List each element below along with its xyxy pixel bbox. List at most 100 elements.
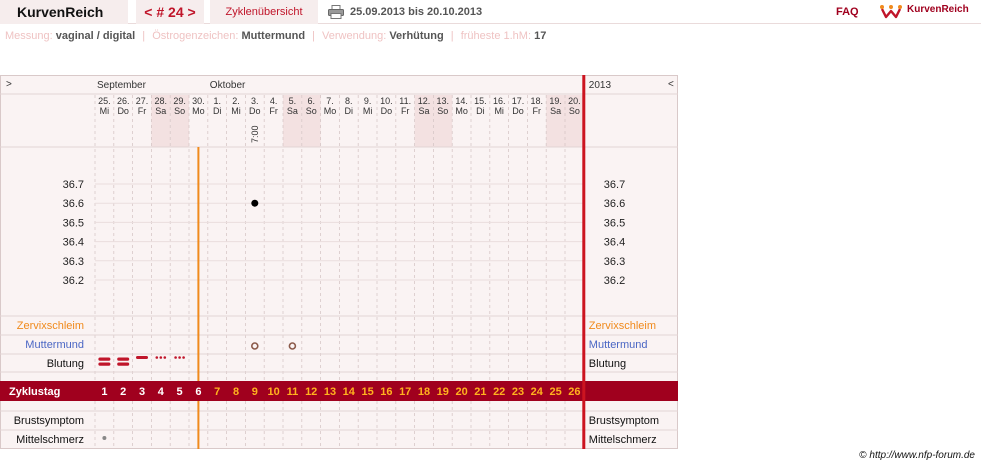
y-tick-label-right: 36.4 [604, 237, 625, 249]
day-weekday-label: Do [512, 106, 524, 116]
cycle-day-number: 5 [177, 386, 183, 398]
cycle-day-number: 18 [418, 386, 430, 398]
y-tick-label-left: 36.6 [63, 198, 84, 210]
day-date-label: 10. [380, 96, 393, 106]
day-date-label: 20. [568, 96, 581, 106]
day-date-label: 19. [549, 96, 562, 106]
cycle-day-number: 25 [549, 386, 561, 398]
cycle-day-number: 22 [493, 386, 505, 398]
y-tick-label-left: 36.7 [63, 179, 84, 191]
cycle-day-number: 8 [233, 386, 239, 398]
day-weekday-label: Fr [138, 106, 147, 116]
cycle-day-number: 26 [568, 386, 580, 398]
cycle-day-number: 19 [437, 386, 449, 398]
day-date-label: 15. [474, 96, 487, 106]
cycle-day-number: 7 [214, 386, 220, 398]
cycle-day-number: 3 [139, 386, 145, 398]
day-weekday-label: Mo [324, 106, 337, 116]
row-label-os: Muttermund [25, 339, 84, 351]
row-label-cycle-day: Zyklustag [9, 386, 60, 398]
cycle-day-number: 6 [195, 386, 201, 398]
cycle-day-number: 14 [343, 386, 356, 398]
bleeding-mark [98, 362, 111, 366]
day-weekday-label: Mi [494, 106, 504, 116]
day-date-label: 2. [232, 96, 240, 106]
bleeding-mark [174, 356, 177, 359]
day-date-label: 11. [399, 96, 411, 106]
cycle-day-number: 10 [267, 386, 279, 398]
mittelschmerz-mark [102, 436, 107, 440]
day-weekday-label: Do [117, 106, 129, 116]
credit-url[interactable]: http://www.nfp-forum.de [869, 450, 975, 461]
cycle-day-number: 4 [158, 386, 165, 398]
cycle-day-number: 16 [380, 386, 392, 398]
y-tick-label-left: 36.4 [63, 237, 84, 249]
day-weekday-label: Mo [455, 106, 468, 116]
row-label-breast-right: Brustsymptom [589, 415, 659, 427]
day-date-label: 5. [289, 96, 297, 106]
day-date-label: 30. [192, 96, 205, 106]
bleeding-mark [117, 362, 130, 366]
day-weekday-label: Sa [418, 106, 429, 116]
row-label-breast: Brustsymptom [14, 415, 84, 427]
nav-next: < [668, 79, 674, 90]
y-tick-label-left: 36.2 [63, 275, 84, 287]
day-weekday-label: So [306, 106, 317, 116]
cycle-day-number: 17 [399, 386, 411, 398]
day-date-label: 14. [455, 96, 468, 106]
day-date-label: 6. [307, 96, 315, 106]
y-tick-label-left: 36.3 [63, 256, 84, 268]
y-tick-label-left: 36.5 [63, 217, 84, 229]
day-date-label: 25. [98, 96, 111, 106]
day-weekday-label: Mi [231, 106, 241, 116]
year-label: 2013 [589, 80, 612, 91]
y-tick-label-right: 36.3 [604, 256, 625, 268]
cycle-day-number: 15 [361, 386, 373, 398]
month-label: Oktober [210, 80, 246, 91]
row-label-mittelschmerz-right: Mittelschmerz [589, 434, 657, 446]
day-date-label: 4. [270, 96, 278, 106]
day-weekday-label: Mi [100, 106, 110, 116]
cycle-day-number: 11 [287, 386, 299, 398]
row-label-mittelschmerz: Mittelschmerz [16, 434, 84, 446]
y-tick-label-right: 36.7 [604, 179, 625, 191]
day-date-label: 3. [251, 96, 259, 106]
day-weekday-label: Sa [287, 106, 298, 116]
y-tick-label-right: 36.5 [604, 217, 625, 229]
cycle-day-number: 2 [120, 386, 126, 398]
nav-prev: > [6, 79, 12, 90]
row-label-os-right: Muttermund [589, 339, 648, 351]
cycle-day-number: 20 [455, 386, 467, 398]
day-date-label: 29. [173, 96, 186, 106]
y-tick-label-right: 36.6 [604, 198, 625, 210]
y-tick-label-right: 36.2 [604, 275, 625, 287]
row-label-cervix-right: Zervixschleim [589, 320, 656, 332]
row-label-cervix: Zervixschleim [17, 320, 84, 332]
bleeding-mark [163, 356, 167, 359]
cycle-day-number: 9 [252, 386, 258, 398]
day-weekday-label: Mi [363, 106, 373, 116]
day-date-label: 9. [364, 96, 372, 106]
credit-footer: © http://www.nfp-forum.de [859, 450, 975, 461]
cycle-day-number: 23 [512, 386, 524, 398]
copyright-symbol: © [859, 450, 867, 461]
row-label-bleeding-right: Blutung [589, 358, 626, 370]
day-weekday-label: Mo [192, 106, 205, 116]
day-date-label: 13. [437, 96, 450, 106]
bleeding-mark [159, 356, 163, 359]
bleeding-mark [178, 356, 181, 359]
bleeding-mark [98, 357, 111, 361]
day-date-label: 18. [531, 96, 544, 106]
day-weekday-label: Fr [533, 106, 542, 116]
day-weekday-label: Do [249, 106, 261, 116]
day-weekday-label: Fr [269, 106, 278, 116]
day-weekday-label: Di [345, 106, 354, 116]
day-date-label: 26. [117, 96, 130, 106]
day-date-label: 28. [155, 96, 168, 106]
day-weekday-label: So [569, 106, 580, 116]
day-date-label: 17. [512, 96, 525, 106]
row-label-bleeding: Blutung [47, 358, 84, 370]
day-weekday-label: So [437, 106, 448, 116]
day-weekday-label: Sa [550, 106, 561, 116]
day-weekday-label: Di [213, 106, 222, 116]
